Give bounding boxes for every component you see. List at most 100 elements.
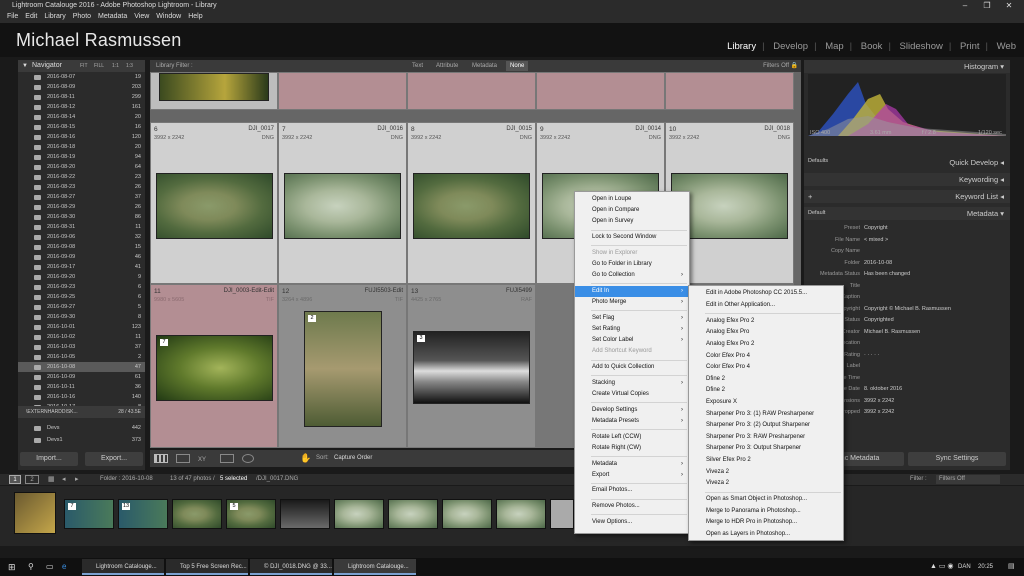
metadata-value[interactable]: Copyrighted <box>864 315 894 326</box>
filmstrip-thumbnail[interactable]: 7 <box>64 499 114 529</box>
folder-row[interactable]: 2016-08-20 64 <box>18 162 145 172</box>
menu-item[interactable]: View Options... <box>575 517 689 528</box>
menu-item[interactable]: Photo Merge › <box>575 297 689 308</box>
search-icon[interactable]: ⚲ <box>28 558 34 576</box>
photo-thumbnail[interactable] <box>413 173 530 239</box>
menu-item[interactable]: Set Flag › <box>575 313 689 324</box>
grid-cell[interactable] <box>407 72 536 110</box>
folder-row[interactable]: 2016-08-16 120 <box>18 132 145 142</box>
menu-item[interactable]: Create Virtual Copies <box>575 389 689 400</box>
drive-folder-row[interactable]: Devs 442 <box>18 422 145 434</box>
menu-item[interactable]: Merge to Panorama in Photoshop... <box>689 506 843 517</box>
grid-view-icon[interactable] <box>154 454 168 463</box>
painter-icon[interactable]: ✋ <box>300 450 311 467</box>
sync-settings-button[interactable]: Sync Settings <box>908 452 1006 466</box>
menu-item[interactable]: Remove Photos... <box>575 501 689 512</box>
photo-thumbnail[interactable] <box>159 73 269 101</box>
edge-icon[interactable]: e <box>62 558 66 576</box>
menu-window[interactable]: Window <box>156 13 181 20</box>
metadata-value[interactable]: < mixed > <box>864 235 888 246</box>
metadata-row[interactable]: Copy Name <box>804 246 1010 257</box>
maximize-button[interactable]: ❐ <box>976 0 998 11</box>
taskbar-button[interactable]: Top 5 Free Screen Rec... <box>166 559 248 575</box>
folder-row[interactable]: 2016-08-27 37 <box>18 192 145 202</box>
folder-row[interactable]: 2016-09-30 8 <box>18 312 145 322</box>
folder-row[interactable]: 2016-09-27 5 <box>18 302 145 312</box>
menu-item[interactable]: Sharpener Pro 3: Output Sharpener <box>689 443 843 454</box>
menu-item[interactable]: Open in Loupe <box>575 194 689 205</box>
loupe-view-icon[interactable] <box>176 454 190 463</box>
menu-item[interactable]: Rotate Left (CCW) <box>575 432 689 443</box>
menu-item[interactable]: Open in Survey <box>575 216 689 227</box>
menu-item[interactable]: Color Efex Pro 4 <box>689 351 843 362</box>
folder-row[interactable]: 2016-08-12 161 <box>18 102 145 112</box>
menu-item[interactable]: Open as Smart Object in Photoshop... <box>689 494 843 505</box>
taskbar-button[interactable]: Lightroom Catalouge... <box>334 559 416 575</box>
add-keyword-icon[interactable]: + <box>808 190 812 203</box>
metadata-value[interactable]: Copyright © Michael B. Rasmussen <box>864 304 951 315</box>
menu-item[interactable]: Viveza 2 <box>689 478 843 489</box>
menu-item[interactable]: Set Color Label › <box>575 335 689 346</box>
sort-dropdown[interactable]: Capture Order <box>334 450 372 467</box>
menu-item[interactable]: Export › <box>575 470 689 481</box>
metadata-row[interactable]: Preset Copyright <box>804 223 1010 234</box>
filter-status[interactable]: Filters Off <box>763 60 789 72</box>
minimize-button[interactable]: – <box>954 0 976 11</box>
menu-item[interactable]: Edit in Adobe Photoshop CC 2015.5... <box>689 288 843 299</box>
stack-count-badge[interactable]: 5 <box>230 503 238 510</box>
metadata-value[interactable]: 2016-10-08 <box>864 258 892 269</box>
grid-icon[interactable]: ▦ <box>48 474 55 485</box>
grid-cell-selected[interactable]: 6 DJI_0017 3992 x 2242 DNG <box>150 122 278 284</box>
grid-cell[interactable] <box>150 72 278 110</box>
clock[interactable]: 20:25 <box>978 558 993 576</box>
menu-photo[interactable]: Photo <box>73 13 91 20</box>
navigator-header[interactable]: ▼ Navigator FIT FILL 1:1 1:3 <box>18 60 145 72</box>
menu-item[interactable]: Color Efex Pro 4 <box>689 362 843 373</box>
filmstrip-thumbnail[interactable] <box>280 499 330 529</box>
menu-item[interactable]: Rotate Right (CW) <box>575 443 689 454</box>
export-button[interactable]: Export... <box>85 452 143 466</box>
folder-row[interactable]: 2016-10-11 36 <box>18 382 145 392</box>
metadata-value[interactable]: 3992 x 2242 <box>864 396 894 407</box>
forward-arrow-icon[interactable]: ▸ <box>75 474 79 485</box>
folder-row[interactable]: 2016-09-25 6 <box>18 292 145 302</box>
folder-row[interactable]: 2016-09-08 15 <box>18 242 145 252</box>
window-1-button[interactable]: 1 <box>9 475 21 484</box>
menu-item[interactable]: Set Rating › <box>575 324 689 335</box>
menu-view[interactable]: View <box>134 13 149 20</box>
metadata-value[interactable]: Michael B. Rasmussen <box>864 327 920 338</box>
menu-help[interactable]: Help <box>188 13 202 20</box>
folder-row[interactable]: 2016-10-05 2 <box>18 352 145 362</box>
menu-item[interactable]: Exposure X <box>689 397 843 408</box>
folder-row[interactable]: 2016-09-23 6 <box>18 282 145 292</box>
folder-row[interactable]: 2016-08-14 20 <box>18 112 145 122</box>
taskbar-button[interactable]: Lightroom Catalouge... <box>82 559 164 575</box>
drive-row[interactable]: \EXTERNHARDDISK... 28 / 43.5E <box>18 406 145 418</box>
metadata-row[interactable]: Metadata Status Has been changed <box>804 269 1010 280</box>
folder-row[interactable]: 2016-08-22 23 <box>18 172 145 182</box>
folder-row[interactable]: 2016-10-08 47 <box>18 362 145 372</box>
stack-count-badge[interactable]: 7 <box>68 503 76 510</box>
photo-thumbnail[interactable]: 2 <box>304 311 382 427</box>
menu-item[interactable]: Analog Efex Pro 2 <box>689 339 843 350</box>
stack-count-badge[interactable]: 3 <box>417 335 425 342</box>
drive-folder-row[interactable]: Devs1 373 <box>18 434 145 446</box>
tray-icons[interactable]: ▲ ▭ ◉ <box>930 558 954 576</box>
folder-row[interactable]: 2016-10-02 11 <box>18 332 145 342</box>
menu-item[interactable]: Analog Efex Pro <box>689 327 843 338</box>
filmstrip-thumbnail[interactable] <box>172 499 222 529</box>
menu-item[interactable]: Edit in Other Application... <box>689 300 843 311</box>
filmstrip-thumbnail[interactable] <box>442 499 492 529</box>
filter-tab-none[interactable]: None <box>506 61 529 71</box>
nav-zoom-1-1[interactable]: 1:1 <box>112 60 119 72</box>
menu-item[interactable]: Stacking › <box>575 378 689 389</box>
photo-thumbnail[interactable]: 7 <box>156 335 273 401</box>
folder-row[interactable]: 2016-08-31 11 <box>18 222 145 232</box>
grid-cell[interactable] <box>665 72 794 110</box>
module-web[interactable]: Web <box>997 41 1016 52</box>
metadata-row[interactable]: File Name < mixed > <box>804 235 1010 246</box>
stack-count-badge[interactable]: 2 <box>308 315 316 322</box>
folder-row[interactable]: 2016-08-19 94 <box>18 152 145 162</box>
menu-item[interactable]: Edit In › <box>575 285 689 297</box>
stack-count-badge[interactable]: 7 <box>160 339 168 346</box>
